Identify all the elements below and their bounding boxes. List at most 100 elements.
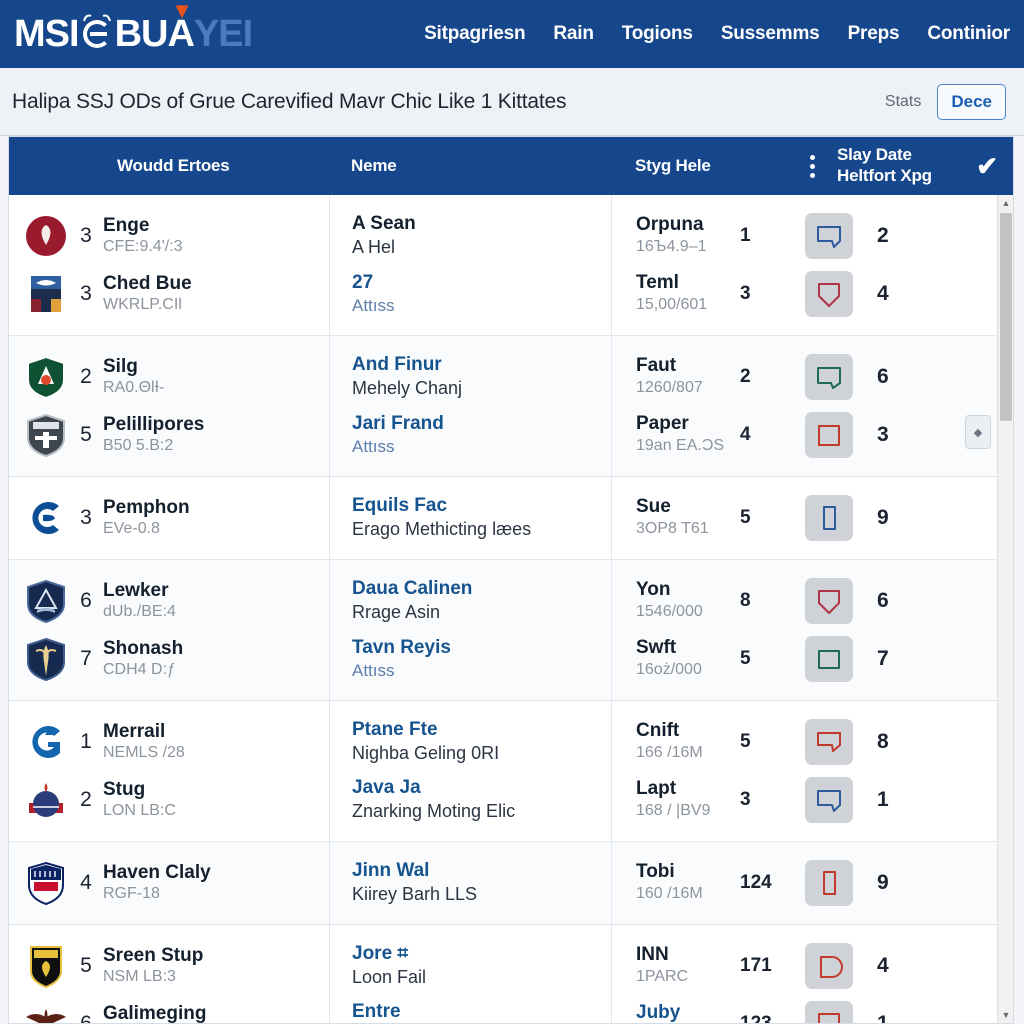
nav-item-1[interactable]: Rain — [553, 23, 594, 45]
name-primary[interactable]: And Finur — [352, 354, 611, 377]
nav-item-4[interactable]: Preps — [848, 23, 900, 45]
scroll-up-icon[interactable]: ▲ — [998, 195, 1014, 211]
square-green-icon[interactable] — [805, 636, 853, 682]
pennant-green-icon[interactable] — [805, 354, 853, 400]
stat-name: Cnift — [636, 720, 680, 742]
cell-badges: 63 — [791, 336, 1013, 476]
tall-red-icon[interactable] — [805, 860, 853, 906]
team-name: Shonash — [103, 638, 184, 660]
badge-entry: 1 — [791, 995, 1013, 1023]
stat-subtext: 1260/807 — [636, 379, 703, 396]
column-header-styg-hele[interactable]: Styg Hele — [611, 137, 791, 195]
cell-stats: INN 1PARC 171 JubyEFARS123 — [611, 925, 791, 1023]
stats-link[interactable]: Stats — [885, 93, 921, 111]
pennant-red-icon[interactable] — [805, 271, 853, 317]
name-primary[interactable]: Entre — [352, 1001, 611, 1023]
stat-value: 3 — [740, 283, 751, 304]
stat-entry: Orpuna 16Ъ4.9–1 1 — [636, 207, 791, 265]
pennant-blue-icon[interactable] — [805, 213, 853, 259]
stat-value: 5 — [740, 731, 751, 752]
d-shape-red-icon[interactable] — [805, 943, 853, 989]
name-primary[interactable]: Jore ⌗ — [352, 943, 611, 966]
team-entry[interactable]: 4 Haven Claly RGF-18 — [23, 854, 329, 912]
crest-navy-angel-icon — [23, 636, 69, 682]
name-primary[interactable]: Daua Calinen — [352, 578, 611, 601]
team-entry[interactable]: 2 Silg RA0.ΘlƗ- — [23, 348, 329, 406]
nav-item-0[interactable]: Sitpagriesn — [424, 23, 525, 45]
nav-item-5[interactable]: Continior — [927, 23, 1010, 45]
name-primary[interactable]: 27 — [352, 272, 611, 295]
team-subtext: CFE:9.4'/:3 — [103, 237, 183, 255]
column-header-neme[interactable]: Neme — [329, 137, 611, 195]
team-rank: 1 — [80, 730, 92, 753]
stat-subtext: 168 / |BV9 — [636, 802, 711, 819]
check-icon[interactable]: ✔ — [961, 137, 1013, 195]
team-entry[interactable]: 5 Sreen Stup NSM LB:3 — [23, 937, 329, 995]
badge-value: 4 — [877, 282, 889, 305]
name-secondary: Rrage Asin — [352, 602, 441, 623]
dece-button[interactable]: Dece — [937, 83, 1006, 120]
team-entry[interactable]: 3 Ched Bue WKRLP.CIl — [23, 265, 329, 323]
team-entry[interactable]: 6 Lewker dUb./BE:4 — [23, 572, 329, 630]
team-entry[interactable]: 6 GalimegingP.UD.1.B.2 — [23, 995, 329, 1023]
team-rank: 6 — [78, 1012, 94, 1023]
scrollbar-thumb[interactable] — [1000, 213, 1012, 421]
team-rank: 5 — [80, 954, 92, 977]
column-header-slay-date[interactable]: Slay Date Heltfort Xpg — [833, 137, 961, 195]
page-title: Halipa SSJ ODs of Grue Carevified Mavr C… — [12, 89, 567, 113]
speech-red-icon[interactable] — [805, 719, 853, 765]
square-red-icon[interactable] — [805, 412, 853, 458]
stat-subtext: 16Ъ4.9–1 — [636, 238, 707, 255]
stat-name: Orpuna — [636, 214, 704, 236]
team-text: Sreen Stup NSM LB:3 — [103, 945, 203, 987]
name-primary[interactable]: Jari Frand — [352, 413, 611, 436]
site-logo[interactable]: MSI BUA ▼ YEI — [14, 0, 253, 56]
team-rank: 2 — [80, 365, 92, 388]
name-entry: And Finur Mehely Chanj — [352, 348, 611, 406]
name-primary[interactable]: Tavn Reyis — [352, 637, 611, 660]
vertical-scrollbar[interactable]: ▲ ▼ — [997, 195, 1013, 1023]
tall-blue-icon[interactable] — [805, 495, 853, 541]
team-entry[interactable]: 3 Pemphon EVe-0.8 — [23, 489, 329, 547]
pennant-blue-icon[interactable] — [805, 777, 853, 823]
name-primary[interactable]: Jinn Wal — [352, 860, 611, 883]
stat-name[interactable]: Juby — [636, 1002, 740, 1023]
name-primary[interactable]: Equils Fac — [352, 495, 611, 518]
badge-value: 2 — [877, 224, 889, 247]
pennant-red-icon[interactable] — [805, 1001, 853, 1023]
name-primary[interactable]: Ptane Fte — [352, 719, 611, 742]
team-entry[interactable]: 7 Shonash CDH4 D:ƒ — [23, 630, 329, 688]
crest-eagle-dark-icon — [23, 1001, 69, 1023]
stat-entry: Yon 1546/000 8 — [636, 572, 791, 630]
pennant-red-icon[interactable] — [805, 578, 853, 624]
more-options-icon[interactable] — [791, 137, 833, 195]
team-rank: 7 — [80, 647, 92, 670]
name-primary[interactable]: Java Ja — [352, 777, 611, 800]
team-rank: 3 — [80, 224, 92, 247]
stat-value: 2 — [740, 366, 751, 387]
column-header-woudd-ertoes[interactable]: Woudd Ertoes — [9, 137, 329, 195]
inline-scroll-handle[interactable]: ◆ — [965, 415, 991, 449]
team-entry[interactable]: 1 Merrail NEMLS /28 — [23, 713, 329, 771]
name-primary[interactable]: A Sean — [352, 213, 611, 236]
team-text: Pelillipores B50 5.B:2 — [103, 414, 204, 456]
table-body: 3 Enge CFE:9.4'/:3 3 Ched Bue WKRLP.CIl A Sean… — [9, 195, 1013, 1023]
nav-item-3[interactable]: Sussemms — [721, 23, 820, 45]
scroll-down-icon[interactable]: ▼ — [998, 1007, 1014, 1023]
cell-teams: 2 Silg RA0.ΘlƗ- 5 Pelillipores B50 5.B:2 — [9, 336, 329, 476]
team-entry[interactable]: 2 Stug LON LB:C — [23, 771, 329, 829]
badge-entry: 8 — [791, 713, 1013, 771]
stat-entry: Lapt 168 / |BV9 3 — [636, 771, 791, 829]
badge-value: 9 — [877, 506, 889, 529]
name-entry: Ptane Fte Nighba Geling 0RI — [352, 713, 611, 771]
crest-blue-g-icon — [23, 719, 69, 765]
team-entry[interactable]: 5 Pelillipores B50 5.B:2 — [23, 406, 329, 464]
team-subtext: dUb./BE:4 — [103, 602, 176, 620]
team-rank: 4 — [80, 871, 92, 894]
cell-names: Ptane Fte Nighba Geling 0RI Java Ja Znarkin… — [329, 701, 611, 841]
stat-value: 5 — [740, 648, 751, 669]
nav-item-2[interactable]: Togions — [622, 23, 693, 45]
stat-name: Swft — [636, 637, 677, 659]
team-entry[interactable]: 3 Enge CFE:9.4'/:3 — [23, 207, 329, 265]
team-name: Enge — [103, 215, 150, 237]
